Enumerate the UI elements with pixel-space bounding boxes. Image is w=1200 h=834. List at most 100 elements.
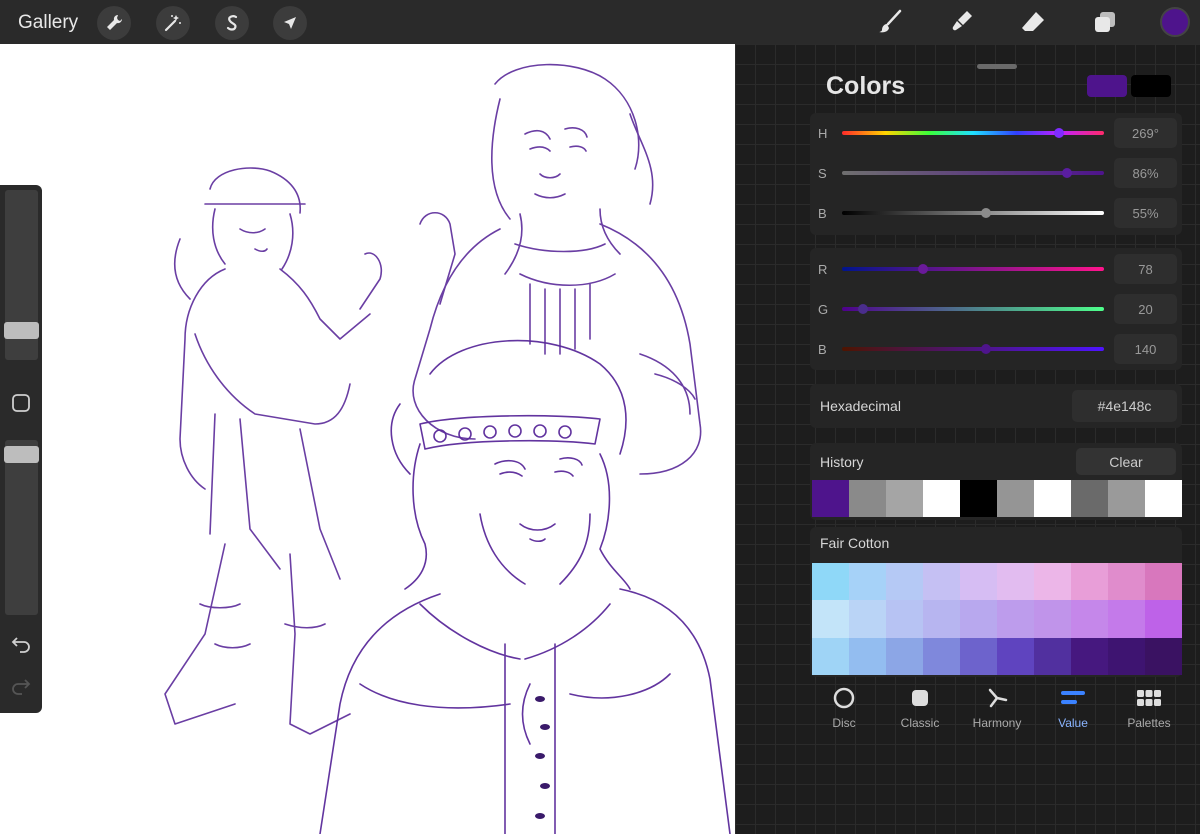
harmony-icon	[962, 686, 1032, 710]
left-sidebar	[0, 185, 42, 713]
colors-title: Colors	[826, 72, 906, 100]
palette-swatch[interactable]	[960, 563, 997, 601]
magic-wand-icon[interactable]	[156, 6, 190, 40]
history-swatch[interactable]	[849, 480, 886, 517]
palette-swatch[interactable]	[960, 637, 997, 675]
hex-label: Hexadecimal	[820, 398, 901, 414]
history-swatch[interactable]	[960, 480, 997, 517]
palette-swatch[interactable]	[960, 600, 997, 638]
tab-harmony-label: Harmony	[972, 716, 1022, 730]
palette-swatch[interactable]	[923, 637, 960, 675]
transform-arrow-icon[interactable]	[273, 6, 307, 40]
history-swatch[interactable]	[812, 480, 849, 517]
saturation-value[interactable]: 86%	[1114, 158, 1177, 188]
opacity-slider[interactable]	[5, 440, 38, 615]
palette-swatch[interactable]	[1034, 563, 1071, 601]
palette-swatch[interactable]	[997, 563, 1034, 601]
history-swatches	[812, 480, 1182, 517]
tab-classic[interactable]: Classic	[885, 686, 955, 730]
green-slider[interactable]	[842, 307, 1104, 311]
red-label: R	[818, 262, 828, 277]
active-color-button[interactable]	[1160, 7, 1190, 37]
palette-swatch[interactable]	[1145, 600, 1182, 638]
tab-value-label: Value	[1058, 716, 1088, 730]
tab-value[interactable]: Value	[1038, 686, 1108, 730]
palette-swatch[interactable]	[997, 637, 1034, 675]
blue-value[interactable]: 140	[1114, 334, 1177, 364]
history-swatch[interactable]	[1108, 480, 1145, 517]
hex-input[interactable]: #4e148c	[1072, 390, 1177, 422]
tab-harmony[interactable]: Harmony	[962, 686, 1032, 730]
eraser-icon[interactable]	[1018, 7, 1048, 37]
tab-disc-label: Disc	[832, 716, 856, 730]
undo-icon[interactable]	[11, 633, 31, 653]
selection-icon[interactable]	[215, 6, 249, 40]
wrench-icon[interactable]	[97, 6, 131, 40]
blue-label: B	[818, 342, 827, 357]
palette-swatch[interactable]	[1145, 563, 1182, 601]
palette-swatch[interactable]	[849, 637, 886, 675]
hue-slider[interactable]	[842, 131, 1104, 135]
palette-swatch[interactable]	[812, 600, 849, 638]
palette-swatch[interactable]	[849, 563, 886, 601]
history-swatch[interactable]	[886, 480, 923, 517]
palette-swatch[interactable]	[923, 563, 960, 601]
redo-icon[interactable]	[11, 675, 31, 695]
drawing-canvas[interactable]	[0, 44, 735, 834]
saturation-label: S	[818, 166, 827, 181]
palette-swatch[interactable]	[1034, 637, 1071, 675]
secondary-color-swatch[interactable]	[1131, 75, 1171, 97]
green-value[interactable]: 20	[1114, 294, 1177, 324]
palette-swatch[interactable]	[1145, 637, 1182, 675]
palette-swatch[interactable]	[812, 563, 849, 601]
sketch-artwork	[164, 63, 731, 834]
tab-disc[interactable]: Disc	[809, 686, 879, 730]
history-label: History	[820, 454, 864, 470]
hue-value[interactable]: 269°	[1114, 118, 1177, 148]
brush-size-handle[interactable]	[4, 322, 39, 339]
blue-slider[interactable]	[842, 347, 1104, 351]
palette-swatch[interactable]	[1071, 600, 1108, 638]
opacity-handle[interactable]	[4, 446, 39, 463]
history-swatch[interactable]	[1034, 480, 1071, 517]
tab-classic-label: Classic	[900, 716, 940, 730]
brush-icon[interactable]	[875, 7, 905, 37]
hue-label: H	[818, 126, 828, 141]
palette-swatch[interactable]	[1108, 600, 1145, 638]
history-swatch[interactable]	[997, 480, 1034, 517]
palette-swatch[interactable]	[923, 600, 960, 638]
tab-palettes[interactable]: Palettes	[1114, 686, 1184, 730]
palette-grid	[812, 563, 1182, 675]
red-value[interactable]: 78	[1114, 254, 1177, 284]
palette-swatch[interactable]	[1108, 563, 1145, 601]
palette-swatch[interactable]	[886, 600, 923, 638]
history-swatch[interactable]	[1145, 480, 1182, 517]
palette-swatch[interactable]	[812, 637, 849, 675]
primary-color-swatch[interactable]	[1087, 75, 1127, 97]
brightness-value[interactable]: 55%	[1114, 198, 1177, 228]
smudge-icon[interactable]	[947, 7, 977, 37]
palette-swatch[interactable]	[1034, 600, 1071, 638]
palette-swatch[interactable]	[1071, 637, 1108, 675]
red-slider[interactable]	[842, 267, 1104, 271]
history-swatch[interactable]	[923, 480, 960, 517]
modify-square-icon[interactable]	[11, 393, 31, 413]
layers-icon[interactable]	[1090, 7, 1120, 37]
palette-swatch[interactable]	[1108, 637, 1145, 675]
palette-swatch[interactable]	[1071, 563, 1108, 601]
brightness-label: B	[818, 206, 827, 221]
palette-swatch[interactable]	[886, 563, 923, 601]
palette-swatch[interactable]	[997, 600, 1034, 638]
brightness-slider[interactable]	[842, 211, 1104, 215]
green-knob[interactable]	[857, 304, 868, 314]
history-swatch[interactable]	[1071, 480, 1108, 517]
panel-grabber[interactable]	[977, 64, 1017, 69]
palette-swatch[interactable]	[886, 637, 923, 675]
disc-icon	[809, 686, 879, 710]
gallery-button[interactable]: Gallery	[18, 12, 78, 34]
classic-square-icon	[885, 686, 955, 710]
clear-history-button[interactable]: Clear	[1076, 448, 1176, 475]
palette-name: Fair Cotton	[820, 535, 890, 551]
palettes-grid-icon	[1114, 686, 1184, 710]
palette-swatch[interactable]	[849, 600, 886, 638]
